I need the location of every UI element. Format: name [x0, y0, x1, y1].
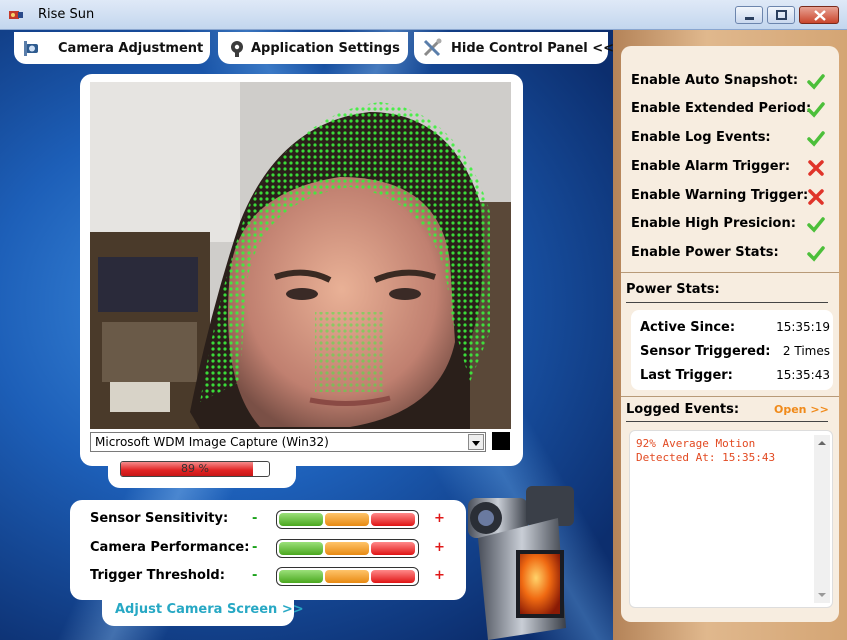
close-icon [814, 10, 826, 21]
camera-performance-slider[interactable] [276, 539, 419, 558]
check-icon[interactable] [807, 101, 825, 119]
motion-level-text: 89 % [181, 462, 209, 475]
option-label: Enable Log Events: [631, 130, 771, 145]
divider [621, 272, 839, 273]
option-auto-snapshot[interactable]: Enable Auto Snapshot: [631, 71, 831, 93]
mid-segment [325, 513, 369, 526]
last-trigger-label: Last Trigger: [640, 368, 733, 383]
camera-app-icon [9, 11, 23, 19]
camera-adjust-icon [24, 41, 38, 56]
option-log-events[interactable]: Enable Log Events: [631, 128, 831, 150]
camera-feed [90, 82, 511, 429]
check-icon[interactable] [807, 245, 825, 263]
trigger-threshold-decrease[interactable]: - [252, 568, 257, 583]
tab-camera-adjustment[interactable]: Camera Adjustment [14, 32, 210, 64]
sensor-sensitivity-decrease[interactable]: - [252, 511, 257, 526]
events-scrollbar[interactable] [814, 435, 830, 603]
side-panel: Enable Auto Snapshot: Enable Extended Pe… [613, 30, 847, 640]
check-icon[interactable] [807, 130, 825, 148]
trigger-threshold-increase[interactable]: + [434, 568, 445, 583]
high-segment [371, 570, 415, 583]
title-bar: Rise Sun [0, 0, 847, 30]
cross-icon[interactable] [807, 188, 825, 206]
maximize-icon [776, 10, 787, 20]
option-power-stats[interactable]: Enable Power Stats: [631, 243, 831, 265]
cross-icon[interactable] [807, 159, 825, 177]
window-title: Rise Sun [38, 7, 95, 22]
high-segment [371, 542, 415, 555]
camera-performance-label: Camera Performance: [90, 540, 250, 555]
camera-performance-increase[interactable]: + [434, 540, 445, 555]
motion-level-bar: 89 % [120, 461, 270, 477]
minimize-button[interactable] [735, 6, 763, 24]
power-stats-box: Active Since: 15:35:19 Sensor Triggered:… [631, 310, 833, 390]
mid-segment [325, 570, 369, 583]
sensor-sensitivity-increase[interactable]: + [434, 511, 445, 526]
maximize-button[interactable] [767, 6, 795, 24]
option-extended-period[interactable]: Enable Extended Period: [631, 99, 831, 121]
camcorder-icon [468, 486, 574, 640]
option-label: Enable Extended Period: [631, 101, 812, 116]
low-segment [279, 570, 323, 583]
option-warning-trigger[interactable]: Enable Warning Trigger: [631, 186, 831, 208]
option-label: Enable High Presicion: [631, 216, 796, 231]
capture-device-value: Microsoft WDM Image Capture (Win32) [95, 435, 329, 449]
settings-icon [231, 41, 243, 57]
sensor-triggered-label: Sensor Triggered: [640, 344, 771, 359]
tools-icon [423, 38, 442, 57]
high-segment [371, 513, 415, 526]
capture-device-select[interactable]: Microsoft WDM Image Capture (Win32) [90, 432, 486, 452]
minimize-icon [745, 17, 754, 20]
trigger-threshold-slider[interactable] [276, 567, 419, 586]
camera-performance-decrease[interactable]: - [252, 540, 257, 555]
tab-hide-control-panel[interactable]: Hide Control Panel << [414, 32, 613, 64]
trigger-threshold-label: Trigger Threshold: [90, 568, 225, 583]
active-since-value: 15:35:19 [776, 320, 830, 334]
chevron-down-icon [472, 441, 480, 446]
event-entry: 92% Average Motion Detected At: 15:35:43 [636, 437, 776, 464]
power-stats-title: Power Stats: [626, 282, 720, 297]
active-since-label: Active Since: [640, 320, 736, 335]
adjust-camera-screen-link[interactable]: Adjust Camera Screen >> [102, 598, 304, 626]
option-label: Enable Power Stats: [631, 245, 779, 260]
check-icon[interactable] [807, 216, 825, 234]
low-segment [279, 542, 323, 555]
main-area: Camera Adjustment Application Settings H… [0, 30, 613, 640]
motion-level-panel: 89 % [108, 456, 296, 488]
scroll-down-icon[interactable] [814, 587, 830, 603]
divider [626, 421, 828, 422]
logged-events-title: Logged Events: [626, 402, 740, 417]
open-events-link[interactable]: Open >> [774, 403, 829, 416]
sensor-sensitivity-label: Sensor Sensitivity: [90, 511, 229, 526]
side-panel-inner: Enable Auto Snapshot: Enable Extended Pe… [621, 46, 839, 622]
low-segment [279, 513, 323, 526]
sensor-triggered-value: 2 Times [782, 344, 830, 358]
option-label: Enable Alarm Trigger: [631, 159, 791, 174]
scroll-up-icon[interactable] [814, 435, 830, 451]
close-button[interactable] [799, 6, 839, 24]
color-swatch[interactable] [492, 432, 510, 450]
last-trigger-value: 15:35:43 [776, 368, 830, 382]
mid-segment [325, 542, 369, 555]
check-icon[interactable] [807, 73, 825, 91]
divider [621, 396, 839, 397]
option-label: Enable Auto Snapshot: [631, 73, 799, 88]
tab-label: Camera Adjustment [58, 41, 204, 56]
tab-label: Application Settings [251, 41, 400, 56]
option-high-precision[interactable]: Enable High Presicion: [631, 214, 831, 236]
camera-controls-panel: Sensor Sensitivity: - + Camera Performan… [70, 500, 466, 600]
dropdown-arrow-button[interactable] [468, 434, 484, 450]
option-alarm-trigger[interactable]: Enable Alarm Trigger: [631, 157, 831, 179]
tab-label: Hide Control Panel << [451, 41, 613, 56]
sensor-sensitivity-slider[interactable] [276, 510, 419, 529]
option-label: Enable Warning Trigger: [631, 188, 809, 203]
adjust-camera-screen-label: Adjust Camera Screen >> [115, 602, 304, 617]
video-panel: Microsoft WDM Image Capture (Win32) [80, 74, 523, 466]
logged-events-list[interactable]: 92% Average Motion Detected At: 15:35:43 [629, 430, 833, 608]
divider [626, 302, 828, 303]
tab-application-settings[interactable]: Application Settings [218, 32, 408, 64]
